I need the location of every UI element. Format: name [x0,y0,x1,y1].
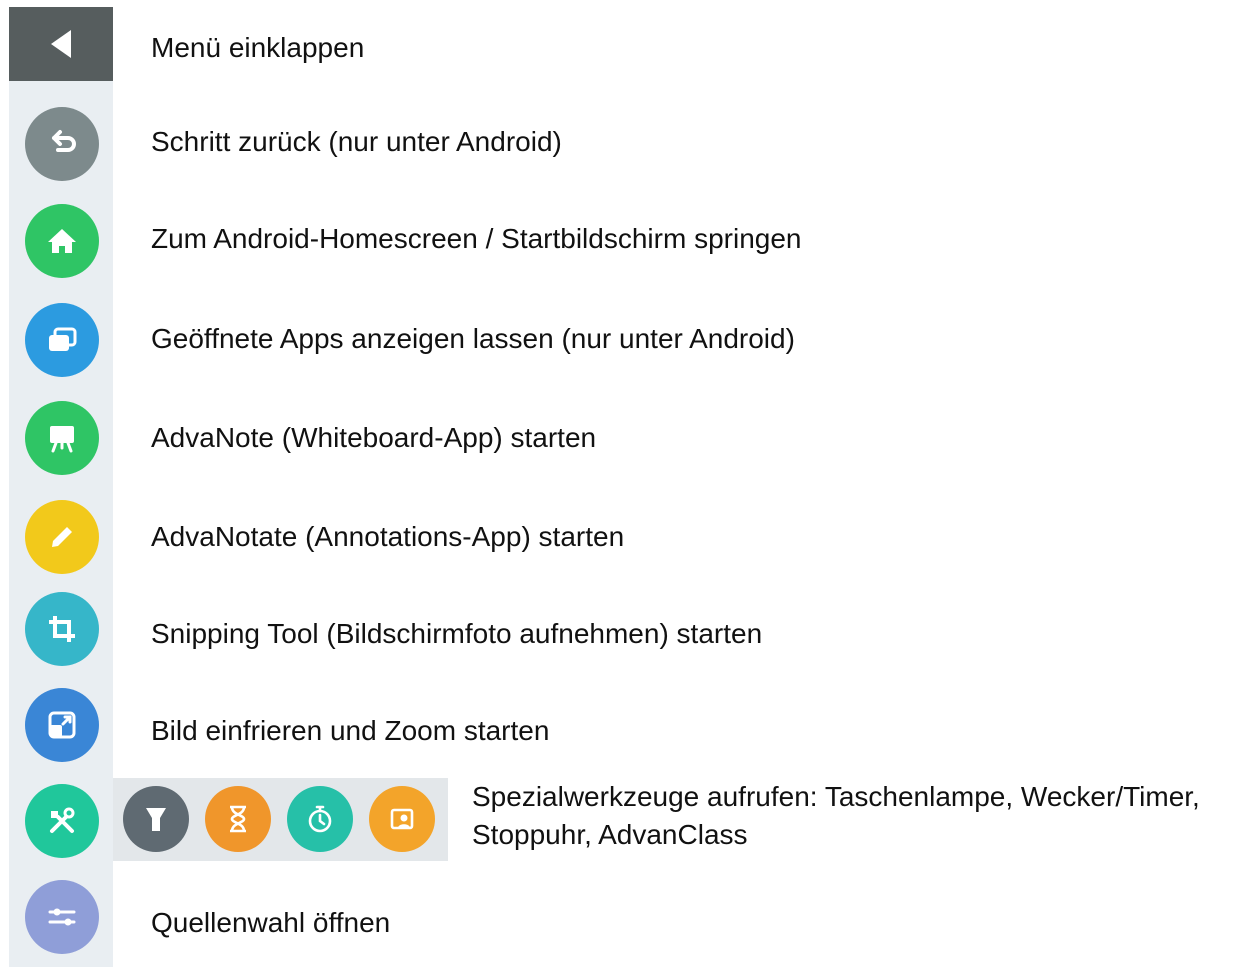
special-tools-label: Spezialwerkzeuge aufrufen: Taschenlampe,… [472,781,1200,850]
snipping-tool-label: Snipping Tool (Bildschirmfoto aufnehmen)… [151,618,763,649]
freeze-zoom-button[interactable] [25,688,99,762]
flashlight-button[interactable] [123,786,189,852]
open-apps-label: Geöffnete Apps anzeigen lassen (nur unte… [151,323,795,354]
pencil-icon [52,527,72,547]
collapse-menu-label: Menü einklappen [151,32,365,63]
back-button[interactable] [25,107,99,181]
advanclass-icon [390,808,414,830]
home-icon [48,229,76,253]
stopwatch-icon [308,805,332,833]
source-icon [48,908,76,926]
advanotate-button[interactable] [25,500,99,574]
advanclass-button[interactable] [369,786,435,852]
home-button[interactable] [25,204,99,278]
advanotate-label: AdvaNotate (Annotations-App) starten [151,521,625,552]
source-select-button[interactable] [25,880,99,954]
whiteboard-icon [50,426,74,453]
zoom-icon [48,711,76,739]
tools-icon [50,807,75,833]
source-select-label: Quellenwahl öffnen [151,907,391,938]
back-label: Schritt zurück (nur unter Android) [151,126,562,157]
special-tools-button[interactable] [25,784,99,858]
flashlight-icon [146,808,166,831]
collapse-menu-button[interactable] [9,7,113,81]
hourglass-icon [230,805,246,833]
home-label: Zum Android-Homescreen / Startbildschirm… [151,223,802,254]
chevron-left-icon [51,30,71,58]
advanote-button[interactable] [25,401,99,475]
crop-icon [49,616,75,642]
back-icon [52,130,76,152]
freeze-zoom-label: Bild einfrieren und Zoom starten [151,715,550,746]
windows-icon [49,327,77,351]
advanote-label: AdvaNote (Whiteboard-App) starten [151,422,597,453]
snipping-tool-button[interactable] [25,592,99,666]
timer-button[interactable] [205,786,271,852]
open-apps-button[interactable] [25,303,99,377]
stopwatch-button[interactable] [287,786,353,852]
